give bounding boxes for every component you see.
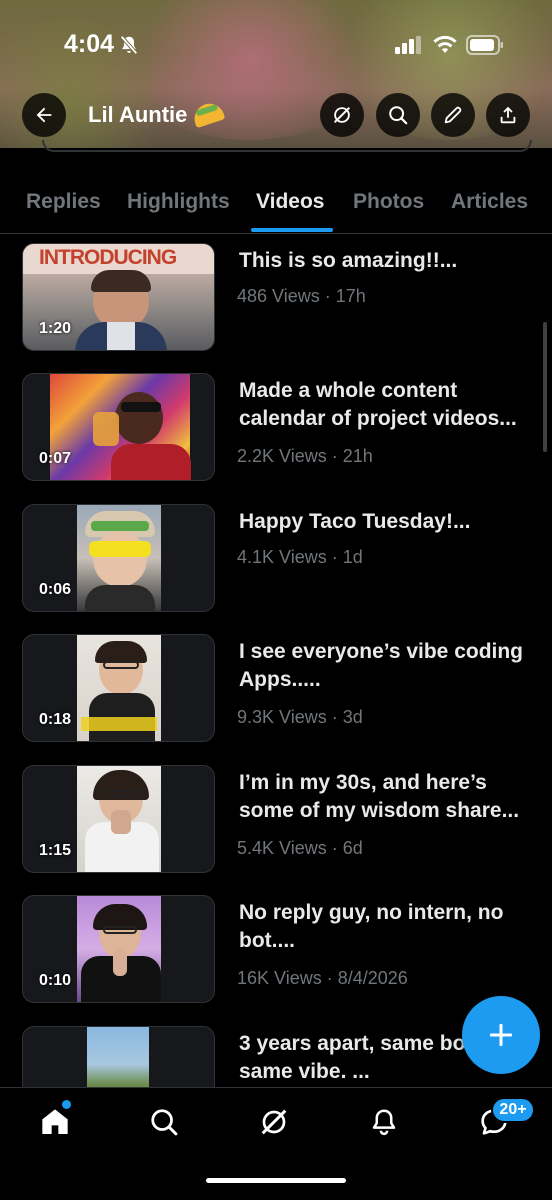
grok-button[interactable] [320,93,364,137]
arrow-left-icon [36,107,52,123]
video-meta: 16K Views · 8/4/2026 [237,968,408,988]
search-icon [389,106,408,125]
grok-icon [261,1109,287,1135]
grok-icon [333,106,351,124]
nav-notifications[interactable] [364,1102,404,1142]
video-meta: 2.2K Views · 21h [237,446,373,466]
tab-photos[interactable]: Photos [353,190,424,214]
list-item[interactable]: 0:18 I see everyone’s vibe coding Apps..… [0,626,552,756]
home-notification-dot [62,1100,71,1109]
status-bar: 4:04 [0,0,552,90]
battery-icon [466,35,503,55]
status-time: 4:04 [64,30,115,58]
nav-search[interactable] [144,1102,184,1142]
video-title[interactable]: I’m in my 30s, and here’s some of my wis… [239,769,535,825]
scrollbar[interactable] [543,322,547,452]
wifi-icon [433,35,457,53]
video-thumbnail[interactable]: 0:07 [22,373,215,481]
tab-articles[interactable]: Articles [451,190,528,214]
back-button[interactable] [22,93,66,137]
active-tab-indicator [251,228,333,232]
pencil-icon [444,106,462,124]
video-thumbnail[interactable]: 0:10 [22,895,215,1003]
video-duration: 1:15 [39,842,72,859]
home-icon [42,1109,68,1134]
video-meta: 4.1K Views · 1d [237,547,363,567]
bell-muted-icon [120,35,138,55]
share-button[interactable] [486,93,530,137]
header-nav-row: Lil Auntie [0,93,552,139]
video-duration: 0:07 [39,450,72,467]
share-icon [500,106,516,124]
list-item[interactable]: INTRODUCING 1:20 This is so amazing!!...… [0,235,552,365]
profile-header: 4:04 Lil Auntie [0,0,552,148]
profile-card-edge [42,140,532,152]
tab-replies[interactable]: Replies [26,190,101,214]
compose-button[interactable] [462,996,540,1074]
tab-videos[interactable]: Videos [256,190,324,214]
video-title[interactable]: No reply guy, no intern, no bot.... [239,899,535,955]
bell-icon [372,1109,396,1136]
profile-name: Lil Auntie [88,99,226,129]
video-meta: 9.3K Views · 3d [237,707,363,727]
edit-button[interactable] [431,93,475,137]
list-item[interactable]: 0:10 No reply guy, no intern, no bot....… [0,887,552,1017]
list-item[interactable]: 0:06 Happy Taco Tuesday!... 4.1K Views ·… [0,496,552,626]
search-button[interactable] [376,93,420,137]
search-icon [151,1109,178,1136]
list-item[interactable]: 0:07 Made a whole content calendar of pr… [0,365,552,495]
thumbnail-overlay-text: INTRODUCING [39,246,177,269]
video-title[interactable]: Happy Taco Tuesday!... [239,508,535,536]
video-meta: 486 Views · 17h [237,286,366,306]
taco-emoji-icon [191,99,226,129]
video-title[interactable]: This is so amazing!!... [239,247,535,275]
messages-badge: 20+ [491,1097,535,1123]
nav-grok[interactable] [254,1102,294,1142]
profile-name-text: Lil Auntie [88,102,188,127]
video-duration: 1:20 [39,320,72,337]
plus-icon [490,1024,512,1046]
video-title[interactable]: I see everyone’s vibe coding Apps..... [239,638,535,694]
video-thumbnail[interactable]: 0:18 [22,634,215,742]
video-thumbnail[interactable]: INTRODUCING 1:20 [22,243,215,351]
cellular-signal-icon [395,36,421,54]
profile-tabs: Replies Highlights Videos Photos Article… [0,176,552,234]
tab-highlights[interactable]: Highlights [127,190,230,214]
list-item[interactable]: 1:15 I’m in my 30s, and here’s some of m… [0,757,552,887]
home-indicator [206,1178,346,1183]
video-meta: 5.4K Views · 6d [237,838,363,858]
video-title[interactable]: Made a whole content calendar of project… [239,377,535,433]
bottom-nav: 20+ [0,1087,552,1200]
video-duration: 0:06 [39,581,72,598]
video-duration: 0:18 [39,711,72,728]
video-duration: 0:10 [39,972,72,989]
video-thumbnail[interactable]: 0:06 [22,504,215,612]
video-thumbnail[interactable]: 1:15 [22,765,215,873]
